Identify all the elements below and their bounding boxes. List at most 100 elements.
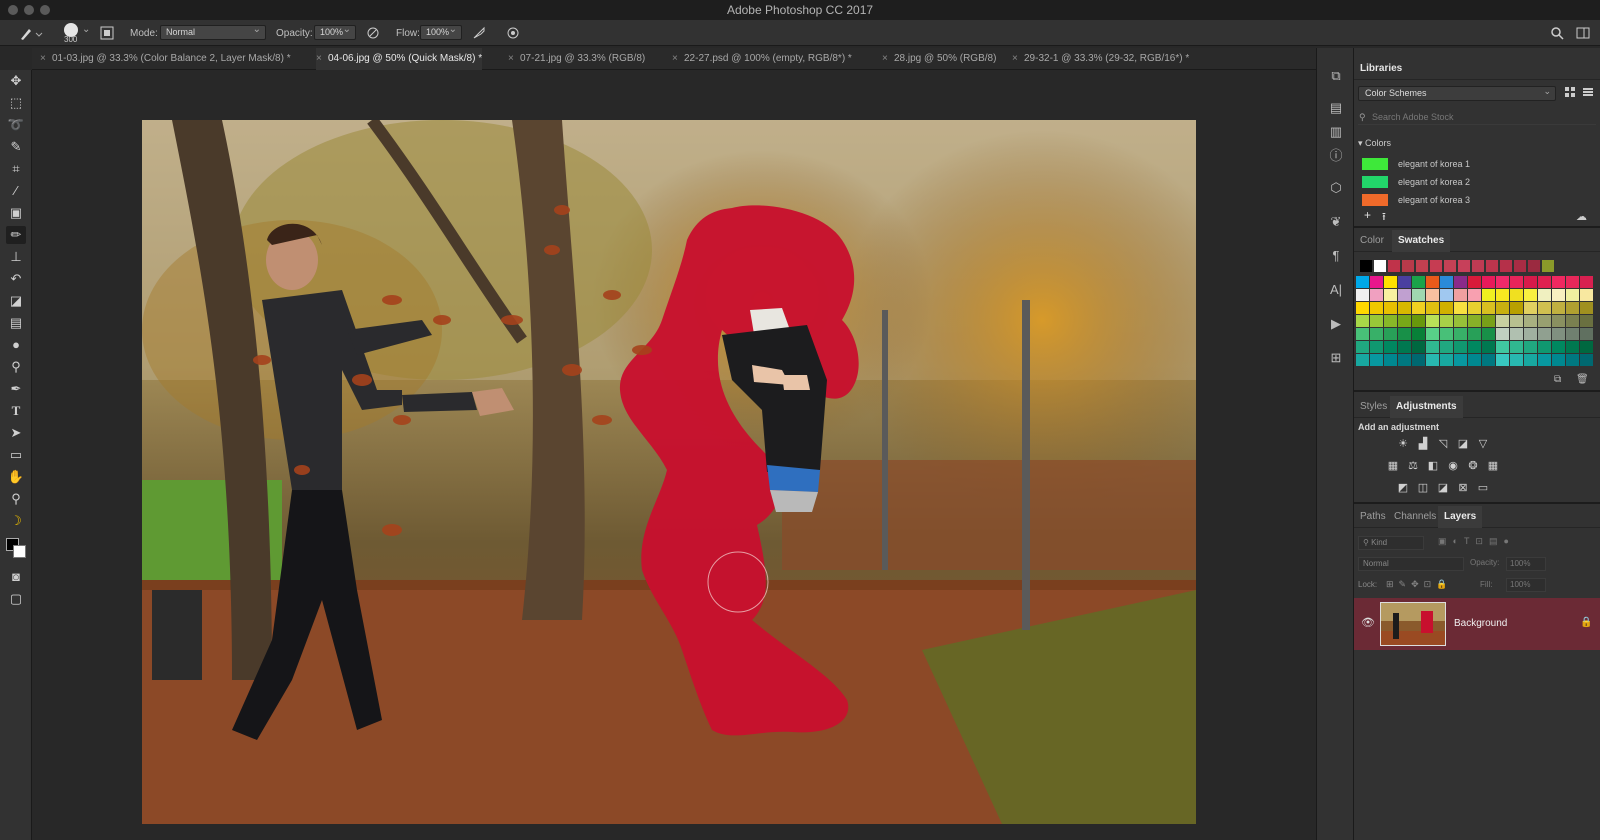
background-color[interactable]	[13, 545, 26, 558]
tab-adjustments[interactable]: Adjustments	[1390, 396, 1463, 418]
library-color-item[interactable]: elegant of korea 2	[1358, 174, 1588, 190]
notes-panel-icon[interactable]: ▥	[1326, 122, 1346, 142]
timeline-panel-icon[interactable]: ⊞	[1326, 348, 1346, 368]
brightness-icon[interactable]: ☀	[1396, 438, 1410, 450]
close-tab-icon[interactable]: ×	[1012, 48, 1018, 70]
crop-tool[interactable]: ⌗	[6, 160, 26, 178]
canvas-area[interactable]	[32, 70, 1316, 840]
add-content-button[interactable]: +	[1364, 208, 1371, 222]
tab-swatches[interactable]: Swatches	[1392, 230, 1451, 252]
color-swatches[interactable]	[4, 532, 30, 562]
doc-tab-4[interactable]: × 28.jpg @ 50% (RGB/8)	[882, 48, 996, 70]
opacity-field[interactable]: 100%	[314, 23, 356, 40]
layer-fill-field[interactable]: 100%	[1506, 578, 1546, 592]
channel-mixer-icon[interactable]: ❂	[1466, 460, 1480, 472]
posterize-icon[interactable]: ◫	[1416, 482, 1430, 494]
libraries-panel-icon[interactable]: ⧉	[1326, 66, 1346, 86]
banana-tool[interactable]: ☽	[6, 512, 26, 530]
threshold-icon[interactable]: ◪	[1436, 482, 1450, 494]
layer-filter-icons[interactable]: ▣◐T⊡▤●	[1438, 536, 1515, 547]
color-lookup-icon[interactable]: ▦	[1486, 460, 1500, 472]
eraser-tool[interactable]: ◪	[6, 292, 26, 310]
screen-mode-button[interactable]: ▢	[6, 590, 26, 608]
paragraph-panel-icon[interactable]: ¶	[1326, 246, 1346, 266]
close-tab-icon[interactable]: ×	[882, 48, 888, 70]
brush-size-picker[interactable]: 300 ⌄	[60, 20, 94, 46]
stock-search-input[interactable]: ⚲ Search Adobe Stock	[1358, 110, 1596, 125]
pen-tool[interactable]: ✒	[6, 380, 26, 398]
tab-layers[interactable]: Layers	[1438, 506, 1483, 528]
quick-select-tool[interactable]: ✎	[6, 138, 26, 156]
library-dropdown[interactable]: Color Schemes ⌄	[1358, 86, 1556, 101]
character-panel-icon[interactable]: A|	[1326, 280, 1346, 300]
eyedropper-tool[interactable]: ⁄	[6, 182, 26, 200]
hand-tool[interactable]: ✋	[6, 468, 26, 486]
doc-tab-0[interactable]: × 01-03.jpg @ 33.3% (Color Balance 2, Lay…	[40, 48, 291, 70]
blend-mode-select[interactable]: Normal	[1358, 557, 1464, 571]
gradient-tool[interactable]: ▤	[6, 314, 26, 332]
history-brush-tool[interactable]: ↶	[6, 270, 26, 288]
hue-saturation-icon[interactable]: ▦	[1386, 460, 1400, 472]
pressure-opacity-toggle[interactable]	[366, 20, 382, 46]
brush-presets-icon[interactable]: ❦	[1326, 212, 1346, 232]
marquee-tool[interactable]: ⬚	[6, 94, 26, 112]
tab-libraries[interactable]: Libraries	[1354, 58, 1408, 80]
doc-tab-2[interactable]: × 07-21.jpg @ 33.3% (RGB/8)	[508, 48, 645, 70]
close-tab-icon[interactable]: ×	[316, 48, 322, 70]
path-select-tool[interactable]: ➤	[6, 424, 26, 442]
properties-panel-icon[interactable]: ▤	[1326, 98, 1346, 118]
dodge-tool[interactable]: ⚲	[6, 358, 26, 376]
close-tab-icon[interactable]: ×	[508, 48, 514, 70]
creative-cloud-button[interactable]: ☁	[1576, 210, 1587, 223]
zoom-tool[interactable]: ⚲	[6, 490, 26, 508]
color-balance-icon[interactable]: ⚖	[1406, 460, 1420, 472]
vibrance-icon[interactable]: ▽	[1476, 438, 1490, 450]
type-tool[interactable]: T	[6, 402, 26, 420]
quick-mask-button[interactable]: ◙	[6, 568, 26, 586]
black-white-icon[interactable]: ◧	[1426, 460, 1440, 472]
new-swatch-button[interactable]: ⧉	[1554, 374, 1561, 385]
close-tab-icon[interactable]: ×	[40, 48, 46, 70]
colors-section-toggle[interactable]: ▾ Colors	[1358, 138, 1391, 149]
pressure-size-toggle[interactable]	[506, 20, 522, 46]
visibility-eye-icon[interactable]: 👁	[1361, 616, 1375, 629]
curves-icon[interactable]: ◹	[1436, 438, 1450, 450]
rectangle-tool[interactable]: ▭	[6, 446, 26, 464]
workspace-button[interactable]	[1576, 20, 1592, 46]
layer-opacity-field[interactable]: 100%	[1506, 557, 1546, 571]
mode-select[interactable]: Normal	[160, 23, 266, 40]
tool-preset-picker[interactable]	[18, 20, 46, 46]
grid-view-button[interactable]	[1564, 86, 1578, 100]
flow-field[interactable]: 100%	[420, 23, 462, 40]
close-tab-icon[interactable]: ×	[672, 48, 678, 70]
brush-tool[interactable]: ✏	[6, 226, 26, 244]
swatches-grid[interactable]	[1354, 258, 1600, 370]
blur-tool[interactable]: ●	[6, 336, 26, 354]
tab-channels[interactable]: Channels	[1388, 506, 1442, 528]
layer-filter-kind[interactable]: ⚲ Kind	[1358, 536, 1424, 550]
doc-tab-3[interactable]: × 22-27.psd @ 100% (empty, RGB/8*) *	[672, 48, 852, 70]
doc-tab-5[interactable]: × 29-32-1 @ 33.3% (29-32, RGB/16*) *	[1012, 48, 1189, 70]
list-view-button[interactable]	[1582, 86, 1596, 100]
clone-stamp-tool[interactable]: ⊥	[6, 248, 26, 266]
tab-styles[interactable]: Styles	[1354, 396, 1393, 418]
library-color-item[interactable]: elegant of korea 3	[1358, 192, 1588, 208]
invert-icon[interactable]: ◩	[1396, 482, 1410, 494]
doc-tab-1[interactable]: × 04-06.jpg @ 50% (Quick Mask/8) *	[316, 48, 483, 70]
layer-row-background[interactable]: 👁 Background 🔒	[1354, 598, 1600, 650]
lasso-tool[interactable]: ➰	[6, 116, 26, 134]
exposure-icon[interactable]: ◪	[1456, 438, 1470, 450]
airbrush-toggle[interactable]	[472, 20, 488, 46]
document-image[interactable]	[142, 120, 1196, 824]
healing-tool[interactable]: ▣	[6, 204, 26, 222]
upload-button[interactable]: ⭱	[1382, 208, 1386, 227]
search-button[interactable]	[1550, 20, 1566, 46]
delete-swatch-button[interactable]: 🗑	[1576, 374, 1589, 385]
lock-options[interactable]: ⊞✎✥⊡🔒	[1386, 579, 1452, 590]
tab-color[interactable]: Color	[1354, 230, 1390, 252]
brush-panel-toggle[interactable]	[100, 20, 118, 46]
move-tool[interactable]: ✥	[6, 72, 26, 90]
photo-filter-icon[interactable]: ◉	[1446, 460, 1460, 472]
info-panel-icon[interactable]: ⓘ	[1326, 146, 1346, 166]
gradient-map-icon[interactable]: ▭	[1476, 482, 1490, 494]
